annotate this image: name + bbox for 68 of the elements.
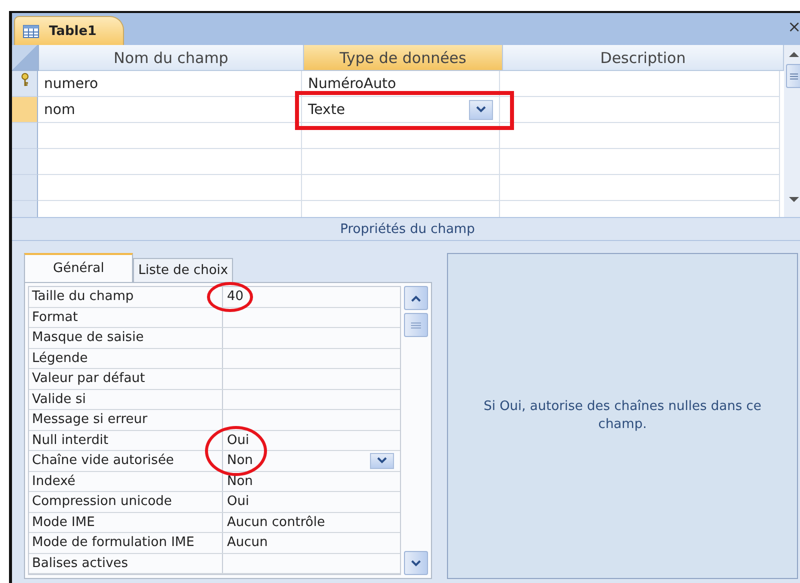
- table-cell[interactable]: [500, 123, 780, 150]
- help-text: Si Oui, autorise des chaînes nulles dans ce champ.: [482, 398, 762, 434]
- column-header[interactable]: Nom du champ: [39, 45, 304, 72]
- chevron-down-icon: [377, 457, 387, 464]
- property-label: Valide si: [29, 390, 223, 409]
- table-cell[interactable]: Texte: [302, 97, 500, 124]
- table-cell[interactable]: [500, 97, 780, 124]
- scroll-down-button[interactable]: [404, 551, 428, 575]
- row-selector[interactable]: [12, 175, 38, 202]
- property-label: Valeur par défaut: [29, 369, 223, 388]
- property-label: Message si erreur: [29, 410, 223, 430]
- table-tab[interactable]: Table1: [14, 16, 124, 46]
- row-selector[interactable]: [12, 149, 38, 176]
- property-label: Masque de saisie: [29, 328, 223, 348]
- close-button[interactable]: ×: [788, 17, 800, 36]
- table-cell[interactable]: [38, 149, 302, 176]
- property-label: Taille du champ: [29, 287, 223, 306]
- data-type: Texte: [308, 102, 345, 118]
- property-label: Légende: [29, 348, 223, 368]
- property-value: Aucun contrôle: [227, 514, 325, 530]
- property-value: Aucun: [227, 535, 268, 550]
- property-label: Null interdit: [29, 430, 223, 450]
- data-type: NuméroAuto: [308, 76, 396, 92]
- property-tab[interactable]: Général: [24, 253, 134, 282]
- chevron-down-icon: [411, 560, 421, 566]
- table-cell[interactable]: nom: [38, 97, 302, 124]
- chevron-up-icon: [411, 294, 421, 302]
- table-icon: [23, 24, 39, 38]
- property-value: 40: [227, 289, 244, 304]
- table-cell[interactable]: [38, 175, 302, 202]
- dropdown-button[interactable]: [370, 452, 394, 469]
- table-cell[interactable]: [500, 71, 780, 98]
- field-name: numero: [44, 76, 98, 92]
- property-value: Oui: [227, 494, 250, 510]
- column-header[interactable]: Type de données: [304, 45, 503, 72]
- scroll-up-button[interactable]: [404, 286, 428, 310]
- table-cell[interactable]: NuméroAuto: [302, 71, 500, 98]
- table-cell[interactable]: [38, 123, 302, 150]
- property-label: Format: [29, 308, 223, 327]
- field-name: nom: [44, 102, 76, 118]
- row-selector[interactable]: [12, 71, 38, 98]
- property-label: Balises actives: [29, 554, 223, 573]
- property-label: Chaîne vide autorisée: [29, 451, 223, 470]
- scroll-up-icon[interactable]: [788, 51, 800, 58]
- property-value: Oui: [227, 432, 250, 448]
- table-cell[interactable]: [500, 175, 780, 202]
- property-label: Indexé: [29, 472, 223, 491]
- row-selector[interactable]: [12, 123, 38, 150]
- scrollbar-thumb[interactable]: [786, 64, 800, 88]
- property-label: Mode IME: [29, 512, 223, 532]
- table-cell[interactable]: numero: [38, 71, 302, 98]
- property-value: Non: [227, 453, 253, 468]
- column-header[interactable]: Description: [503, 45, 784, 72]
- table-cell[interactable]: [500, 149, 780, 176]
- table-cell[interactable]: [302, 175, 500, 202]
- table-cell[interactable]: [302, 123, 500, 150]
- scrollbar-thumb[interactable]: [404, 313, 428, 337]
- key-icon: [20, 73, 28, 88]
- chevron-down-icon: [476, 106, 486, 114]
- table-cell[interactable]: [302, 149, 500, 176]
- dropdown-button[interactable]: [469, 100, 493, 120]
- property-tab[interactable]: Liste de choix: [133, 258, 234, 282]
- property-label: Mode de formulation IME: [29, 533, 223, 552]
- property-value: Non: [227, 474, 253, 489]
- scroll-down-icon[interactable]: [788, 196, 800, 204]
- section-title: Propriétés du champ: [340, 222, 475, 237]
- scrollbar[interactable]: [784, 45, 800, 218]
- property-label: Compression unicode: [29, 492, 223, 512]
